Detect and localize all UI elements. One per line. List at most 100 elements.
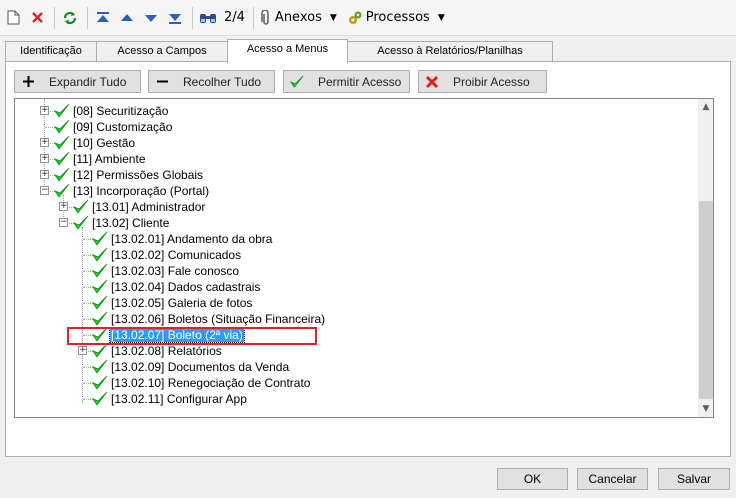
checkmark-icon[interactable] (92, 375, 110, 391)
deny-access-label: Proibir Acesso (453, 74, 530, 89)
save-label: Salvar (676, 472, 711, 486)
checkmark-icon[interactable] (54, 119, 72, 135)
tree-node-label: [13.02.11] Configurar App (111, 392, 247, 406)
expand-icon[interactable]: + (40, 106, 49, 115)
scroll-down-icon[interactable]: ▼ (698, 401, 713, 417)
first-record-icon[interactable] (92, 6, 114, 30)
tree-node-09[interactable]: [09] Customização (54, 119, 173, 135)
tree-node-12[interactable]: [12] Permissões Globais (54, 167, 204, 183)
checkmark-icon[interactable] (73, 215, 91, 231)
tab-acesso-relatorios[interactable]: Acesso à Relatórios/Planilhas (347, 41, 553, 62)
chevron-down-icon: ▼ (329, 12, 337, 23)
last-record-icon[interactable] (164, 6, 186, 30)
checkmark-icon (290, 74, 304, 90)
tree-node-label: [13.02.03] Fale conosco (111, 264, 240, 278)
expand-icon[interactable]: + (78, 346, 87, 355)
tree-node-label: [13.02.10] Renegociação de Contrato (111, 376, 311, 390)
tab-identificacao[interactable]: Identificação (5, 41, 97, 62)
tree-node-13-02-06[interactable]: [13.02.06] Boletos (Situação Financeira) (92, 311, 326, 327)
deny-access-button[interactable]: Proibir Acesso (418, 70, 547, 93)
toolbar-separator (192, 6, 193, 29)
ok-button[interactable]: OK (497, 468, 568, 490)
checkmark-icon[interactable] (54, 103, 72, 119)
checkmark-icon[interactable] (92, 359, 110, 375)
tree-node-label: [09] Customização (73, 120, 173, 134)
tree-node-11[interactable]: [11] Ambiente (54, 151, 147, 167)
tree-node-label: [10] Gestão (73, 136, 136, 150)
expand-icon[interactable]: + (40, 138, 49, 147)
checkmark-icon[interactable] (92, 279, 110, 295)
checkmark-icon[interactable] (92, 247, 110, 263)
minus-icon (155, 76, 169, 87)
close-icon (425, 75, 439, 89)
tab-acesso-campos[interactable]: Acesso a Campos (96, 41, 228, 62)
checkmark-icon[interactable] (54, 167, 72, 183)
checkmark-icon[interactable] (92, 343, 110, 359)
tree-node-13-02-01[interactable]: [13.02.01] Andamento da obra (92, 231, 273, 247)
paperclip-icon (261, 9, 269, 25)
previous-record-icon[interactable] (116, 6, 138, 30)
tree-node-13-01[interactable]: [13.01] Administrador (73, 199, 206, 215)
save-button[interactable]: Salvar (658, 468, 730, 490)
tree-node-label: [12] Permissões Globais (73, 168, 204, 182)
expand-icon[interactable]: + (40, 170, 49, 179)
tree-node-label: [13.02.09] Documentos da Venda (111, 360, 290, 374)
tree-node-label: [13.01] Administrador (92, 200, 206, 214)
checkmark-icon[interactable] (54, 135, 72, 151)
tree-node-13-02-08[interactable]: [13.02.08] Relatórios (92, 343, 223, 359)
next-record-icon[interactable] (140, 6, 162, 30)
refresh-icon[interactable] (59, 6, 81, 30)
plus-icon (21, 76, 35, 87)
gear-icon (348, 11, 362, 24)
checkmark-icon[interactable] (92, 295, 110, 311)
search-icon[interactable] (197, 6, 219, 30)
tree-node-label: [13.02.06] Boletos (Situação Financeira) (111, 312, 326, 326)
checkmark-icon[interactable] (92, 231, 110, 247)
checkmark-icon[interactable] (92, 391, 110, 407)
tree-node-13-02-02[interactable]: [13.02.02] Comunicados (92, 247, 242, 263)
vertical-scrollbar[interactable]: ▲ ▼ (698, 99, 713, 417)
anexos-menu[interactable]: Anexos ▼ (258, 6, 339, 30)
tree-node-label: [13] Incorporação (Portal) (73, 184, 210, 198)
scrollbar-thumb[interactable] (699, 201, 713, 399)
collapse-all-button[interactable]: Recolher Tudo (148, 70, 275, 93)
tree-node-08[interactable]: [08] Securitização (54, 103, 169, 119)
checkmark-icon[interactable] (92, 311, 110, 327)
record-position: 2/4 (224, 10, 245, 25)
cancel-button[interactable]: Cancelar (577, 468, 648, 490)
scroll-up-icon[interactable]: ▲ (698, 99, 713, 115)
tree-node-13-02-05[interactable]: [13.02.05] Galeria de fotos (92, 295, 253, 311)
tree-node-13-02-10[interactable]: [13.02.10] Renegociação de Contrato (92, 375, 311, 391)
checkmark-icon[interactable] (54, 183, 72, 199)
tree-node-label: [13.02.08] Relatórios (111, 344, 222, 358)
collapse-all-label: Recolher Tudo (183, 74, 262, 89)
tree-node-13-02-09[interactable]: [13.02.09] Documentos da Venda (92, 359, 290, 375)
collapse-icon[interactable]: − (40, 186, 49, 195)
checkmark-icon[interactable] (92, 263, 110, 279)
expand-icon[interactable]: + (59, 202, 68, 211)
tab-label: Acesso à Relatórios/Planilhas (377, 45, 523, 57)
allow-access-button[interactable]: Permitir Acesso (283, 70, 410, 93)
expand-all-button[interactable]: Expandir Tudo (14, 70, 141, 93)
tab-label: Acesso a Campos (117, 45, 207, 57)
expand-icon[interactable]: + (40, 154, 49, 163)
highlight-annotation (67, 327, 317, 345)
collapse-icon[interactable]: − (59, 218, 68, 227)
cancel-label: Cancelar (588, 472, 637, 486)
tab-acesso-menus[interactable]: Acesso a Menus (227, 39, 348, 63)
processos-menu[interactable]: Processos ▼ (345, 6, 447, 30)
tree-node-13[interactable]: [13] Incorporação (Portal) (54, 183, 210, 199)
new-document-icon[interactable] (2, 6, 24, 30)
delete-icon[interactable] (26, 6, 48, 30)
toolbar-separator (252, 6, 254, 29)
checkmark-icon[interactable] (54, 151, 72, 167)
menu-access-tree[interactable]: + [08] Securitização [09] Customização + [10… (14, 98, 714, 418)
tree-node-13-02-11[interactable]: [13.02.11] Configurar App (92, 391, 248, 407)
tree-node-13-02-03[interactable]: [13.02.03] Fale conosco (92, 263, 240, 279)
tab-label: Identificação (20, 45, 82, 57)
tree-node-13-02-04[interactable]: [13.02.04] Dados cadastrais (92, 279, 261, 295)
tree-node-label: [13.02.04] Dados cadastrais (111, 280, 261, 294)
checkmark-icon[interactable] (73, 199, 91, 215)
tree-node-10[interactable]: [10] Gestão (54, 135, 136, 151)
tree-node-13-02[interactable]: [13.02] Cliente (73, 215, 170, 231)
